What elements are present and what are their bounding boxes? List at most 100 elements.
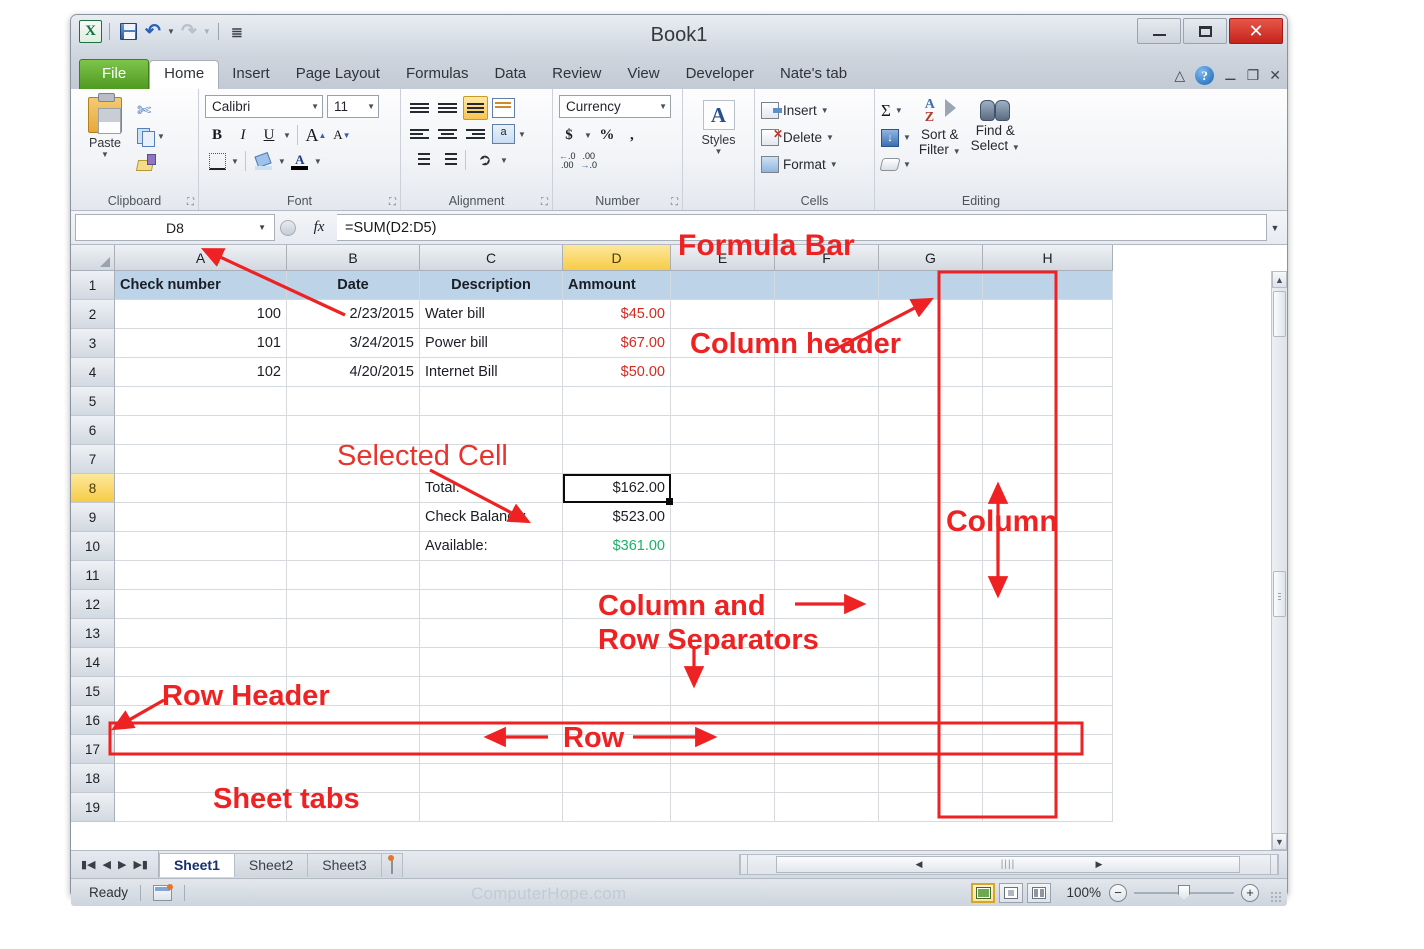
- clear-button[interactable]: ▼: [881, 151, 911, 178]
- cell-g18[interactable]: [879, 764, 983, 793]
- cell-e1[interactable]: [671, 271, 775, 300]
- cell-f10[interactable]: [775, 532, 879, 561]
- cell-a12[interactable]: [115, 590, 287, 619]
- close-window-icon[interactable]: ✕: [1269, 67, 1281, 84]
- cell-d2[interactable]: $45.00: [563, 300, 671, 329]
- cell-b3[interactable]: 3/24/2015: [287, 329, 420, 358]
- column-header-d[interactable]: D: [563, 245, 671, 271]
- cell-h13[interactable]: [983, 619, 1113, 648]
- row-header-16[interactable]: 16: [71, 706, 115, 735]
- cell-b17[interactable]: [287, 735, 420, 764]
- scroll-left-icon[interactable]: ◀: [910, 859, 928, 870]
- zoom-slider[interactable]: − +: [1109, 884, 1259, 902]
- fill-button[interactable]: ↓ ▼: [881, 124, 911, 151]
- cell-a13[interactable]: [115, 619, 287, 648]
- grow-font-button[interactable]: A▲: [304, 123, 328, 147]
- cell-e12[interactable]: [671, 590, 775, 619]
- row-header-4[interactable]: 4: [71, 358, 115, 387]
- cell-c1[interactable]: Description: [420, 271, 563, 300]
- scroll-right-icon[interactable]: ▶: [1090, 859, 1108, 870]
- cell-c6[interactable]: [420, 416, 563, 445]
- styles-dropdown-icon[interactable]: ▼: [715, 147, 723, 156]
- cell-g4[interactable]: [879, 358, 983, 387]
- scroll-split-handle[interactable]: [740, 855, 748, 874]
- cell-h18[interactable]: [983, 764, 1113, 793]
- cell-a3[interactable]: 101: [115, 329, 287, 358]
- cell-a19[interactable]: [115, 793, 287, 822]
- fill-dropdown-icon[interactable]: ▼: [903, 133, 911, 142]
- clear-dropdown-icon[interactable]: ▼: [903, 160, 911, 169]
- cell-f2[interactable]: [775, 300, 879, 329]
- cell-h15[interactable]: [983, 677, 1113, 706]
- cell-d3[interactable]: $67.00: [563, 329, 671, 358]
- row-header-2[interactable]: 2: [71, 300, 115, 329]
- row-header-8[interactable]: 8: [71, 474, 115, 503]
- orientation-dropdown-icon[interactable]: ▼: [500, 156, 508, 165]
- decrease-decimal-button[interactable]: .00→.0: [581, 152, 598, 170]
- cell-b9[interactable]: [287, 503, 420, 532]
- autosum-dropdown-icon[interactable]: ▼: [895, 106, 903, 115]
- page-layout-view-button[interactable]: [999, 883, 1023, 903]
- tab-review[interactable]: Review: [539, 61, 614, 89]
- cell-h2[interactable]: [983, 300, 1113, 329]
- cell-g12[interactable]: [879, 590, 983, 619]
- next-sheet-icon[interactable]: ▶: [118, 858, 126, 871]
- merge-center-button[interactable]: [491, 122, 515, 146]
- cell-a18[interactable]: [115, 764, 287, 793]
- font-color-button[interactable]: A: [288, 149, 312, 173]
- cell-h8[interactable]: [983, 474, 1113, 503]
- zoom-thumb[interactable]: [1178, 885, 1190, 901]
- cell-a8[interactable]: [115, 474, 287, 503]
- cell-d9[interactable]: $523.00: [563, 503, 671, 532]
- cell-a16[interactable]: [115, 706, 287, 735]
- cell-d11[interactable]: [563, 561, 671, 590]
- cell-f1[interactable]: [775, 271, 879, 300]
- select-all-corner-button[interactable]: [71, 245, 115, 271]
- tab-home[interactable]: Home: [149, 60, 219, 89]
- increase-indent-button[interactable]: [434, 148, 458, 172]
- cell-f4[interactable]: [775, 358, 879, 387]
- bold-button[interactable]: B: [205, 123, 229, 147]
- delete-cells-button[interactable]: Delete ▼: [761, 124, 868, 151]
- cell-g6[interactable]: [879, 416, 983, 445]
- expand-formula-bar-button[interactable]: ▼: [1267, 214, 1283, 241]
- cell-b7[interactable]: [287, 445, 420, 474]
- chevron-down-icon[interactable]: ▼: [311, 102, 319, 111]
- row-header-18[interactable]: 18: [71, 764, 115, 793]
- column-header-g[interactable]: G: [879, 245, 983, 271]
- find-select-dropdown-icon[interactable]: ▼: [1012, 143, 1020, 152]
- font-name-input[interactable]: Calibri ▼: [205, 95, 323, 118]
- cell-h17[interactable]: [983, 735, 1113, 764]
- cell-h19[interactable]: [983, 793, 1113, 822]
- cell-e16[interactable]: [671, 706, 775, 735]
- row-header-14[interactable]: 14: [71, 648, 115, 677]
- underline-button[interactable]: U: [257, 123, 281, 147]
- row-header-17[interactable]: 17: [71, 735, 115, 764]
- tab-page-layout[interactable]: Page Layout: [283, 61, 393, 89]
- chevron-down-icon[interactable]: ▼: [258, 223, 266, 232]
- cell-h1[interactable]: [983, 271, 1113, 300]
- cell-a5[interactable]: [115, 387, 287, 416]
- cell-e7[interactable]: [671, 445, 775, 474]
- resize-grip-icon[interactable]: [1270, 891, 1282, 903]
- cell-f14[interactable]: [775, 648, 879, 677]
- fill-color-button[interactable]: [252, 149, 276, 173]
- cell-c4[interactable]: Internet Bill: [420, 358, 563, 387]
- format-cells-button[interactable]: Format ▼: [761, 151, 868, 178]
- cell-b10[interactable]: [287, 532, 420, 561]
- cell-f6[interactable]: [775, 416, 879, 445]
- row-header-10[interactable]: 10: [71, 532, 115, 561]
- underline-dropdown-icon[interactable]: ▼: [283, 131, 291, 140]
- minimize-window-icon[interactable]: ⚊: [1224, 67, 1237, 84]
- row-header-7[interactable]: 7: [71, 445, 115, 474]
- cell-d17[interactable]: [563, 735, 671, 764]
- cell-c15[interactable]: [420, 677, 563, 706]
- column-header-a[interactable]: A: [115, 245, 287, 271]
- orientation-button[interactable]: ➲: [473, 148, 497, 172]
- cell-e3[interactable]: [671, 329, 775, 358]
- cell-e8[interactable]: [671, 474, 775, 503]
- borders-button[interactable]: [205, 149, 229, 173]
- cell-f19[interactable]: [775, 793, 879, 822]
- horizontal-scrollbar[interactable]: ◀ |||| ▶: [739, 854, 1279, 875]
- cell-e13[interactable]: [671, 619, 775, 648]
